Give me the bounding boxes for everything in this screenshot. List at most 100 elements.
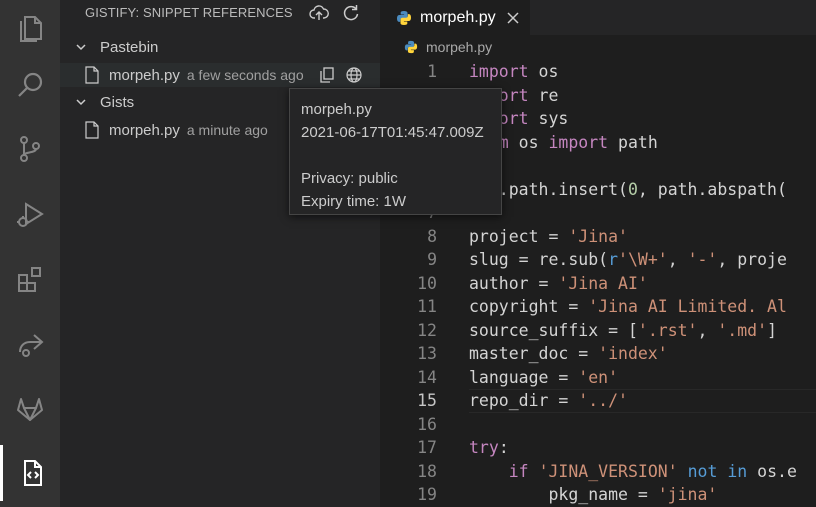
file-icon — [85, 121, 99, 139]
code-line[interactable]: 10 author = 'Jina AI' — [380, 272, 816, 296]
code-text: author = 'Jina AI' — [469, 272, 648, 296]
live-share-icon[interactable] — [0, 316, 60, 372]
code-line[interactable]: 1 import os — [380, 60, 816, 84]
extensions-icon[interactable] — [0, 251, 60, 307]
code-line[interactable]: 14 language = 'en' — [380, 366, 816, 390]
code-token: 'jina' — [657, 485, 718, 504]
line-number: 8 — [427, 226, 437, 246]
code-text: import os — [469, 60, 558, 84]
line-number: 11 — [417, 297, 437, 316]
python-file-icon — [397, 10, 411, 25]
refresh-icon[interactable] — [340, 2, 362, 24]
code-token: ] — [767, 320, 777, 340]
code-line[interactable]: 8 project = 'Jina' — [380, 225, 816, 249]
line-number: 14 — [417, 367, 437, 387]
list-item-pastebin-snippet[interactable]: morpeh.py a few seconds ago — [60, 63, 380, 87]
code-token: , path.abspath( — [637, 179, 787, 199]
snippet-description: a few seconds ago — [186, 67, 304, 83]
line-number: 15 — [417, 391, 437, 410]
code-token: 'index' — [598, 344, 668, 363]
code-token: try — [469, 438, 499, 457]
line-number: 12 — [417, 320, 437, 340]
code-token: os — [528, 62, 559, 81]
tooltip-timestamp: 2021-06-17T01:45:47.009Z — [301, 124, 484, 141]
files-icon[interactable] — [0, 0, 60, 56]
gistify-icon[interactable] — [0, 445, 60, 501]
tab-morpeh-py[interactable]: morpeh.py — [380, 0, 530, 35]
code-token: author = — [469, 273, 559, 293]
code-line[interactable]: 15 repo_dir = '../' — [380, 389, 816, 413]
section-label: Gists — [100, 93, 135, 111]
source-control-icon[interactable] — [0, 121, 60, 177]
code-token: os — [508, 132, 549, 152]
section-label: Pastebin — [100, 38, 159, 56]
sidebar-header: GISTIFY: SNIPPET REFERENCES — [60, 0, 380, 26]
copy-icon[interactable] — [317, 65, 337, 85]
code-token: path — [608, 132, 658, 152]
code-token: project = — [469, 226, 569, 246]
section-pastebin[interactable]: Pastebin — [60, 35, 380, 59]
line-number: 18 — [417, 461, 437, 481]
tab-label: morpeh.py — [420, 8, 496, 26]
tooltip-expiry: Expiry time: 1W — [301, 193, 407, 210]
code-token: pkg_name = — [469, 485, 658, 504]
globe-icon[interactable] — [344, 65, 364, 85]
tooltip-name: morpeh.py — [301, 101, 372, 118]
cloud-upload-icon[interactable] — [308, 2, 330, 24]
code-token: '.rst' — [637, 320, 698, 340]
chevron-down-icon — [76, 44, 86, 51]
code-token: if — [508, 461, 529, 481]
snippet-name: morpeh.py — [109, 66, 180, 84]
code-text: if 'JINA_VERSION' not in os.e — [469, 460, 797, 484]
search-icon[interactable] — [0, 57, 60, 113]
code-token: import — [469, 62, 529, 81]
code-line[interactable]: 13 master_doc = 'index' — [380, 342, 816, 366]
code-token: sys — [528, 109, 569, 128]
sidebar: GISTIFY: SNIPPET REFERENCES Pastebin mor… — [60, 0, 380, 507]
gitlab-icon[interactable] — [0, 380, 60, 436]
code-token: slug = re.sub( — [469, 250, 609, 269]
run-debug-icon[interactable] — [0, 186, 60, 242]
code-line[interactable]: 18 if 'JINA_VERSION' not in os.e — [380, 460, 816, 484]
code-token: copyright = — [469, 297, 589, 316]
code-text: try: — [469, 436, 509, 460]
code-line[interactable]: 11 copyright = 'Jina AI Limited. Al — [380, 295, 816, 319]
editor: morpeh.py morpeh.py 1import os2import re… — [380, 0, 816, 507]
code-token: os.e — [747, 461, 797, 481]
code-token: 'Jina AI Limited. Al — [588, 297, 787, 316]
code-token: 'Jina AI' — [558, 273, 648, 293]
code-token: master_doc = — [469, 344, 599, 363]
sidebar-title: GISTIFY: SNIPPET REFERENCES — [85, 5, 293, 20]
code-text: slug = re.sub(r'\W+', '-', proje — [469, 248, 787, 272]
code-token: re — [528, 85, 559, 105]
code-token: language = — [469, 367, 579, 387]
code-line[interactable]: 9 slug = re.sub(r'\W+', '-', proje — [380, 248, 816, 272]
code-line[interactable]: 17 try: — [380, 436, 816, 460]
code-token: , proje — [717, 250, 787, 269]
python-file-icon — [404, 40, 418, 54]
code-line[interactable]: 16 — [380, 413, 816, 437]
code-token: , — [667, 250, 688, 269]
line-number: 1 — [427, 62, 437, 81]
line-number: 19 — [417, 485, 437, 504]
close-icon[interactable] — [504, 9, 522, 27]
code-token: , — [697, 320, 718, 340]
code-token: '\W+' — [618, 250, 668, 269]
code-token: in — [727, 461, 748, 481]
code-text: master_doc = 'index' — [469, 342, 668, 366]
code-line[interactable]: 12 source_suffix = ['.rst', '.md'] — [380, 319, 816, 343]
breadcrumb[interactable]: morpeh.py — [380, 35, 816, 59]
code-token: source_suffix = [ — [469, 320, 638, 340]
snippet-tooltip: morpeh.py 2021-06-17T01:45:47.009Z Priva… — [289, 88, 502, 215]
code-line[interactable]: 19 pkg_name = 'jina' — [380, 483, 816, 507]
line-number: 16 — [417, 414, 437, 434]
code-token: 'en' — [578, 367, 619, 387]
code-token: repo_dir = — [469, 391, 579, 410]
code-text: source_suffix = ['.rst', '.md'] — [469, 319, 777, 343]
code-token: '.md' — [717, 320, 768, 340]
breadcrumb-label: morpeh.py — [426, 39, 493, 55]
